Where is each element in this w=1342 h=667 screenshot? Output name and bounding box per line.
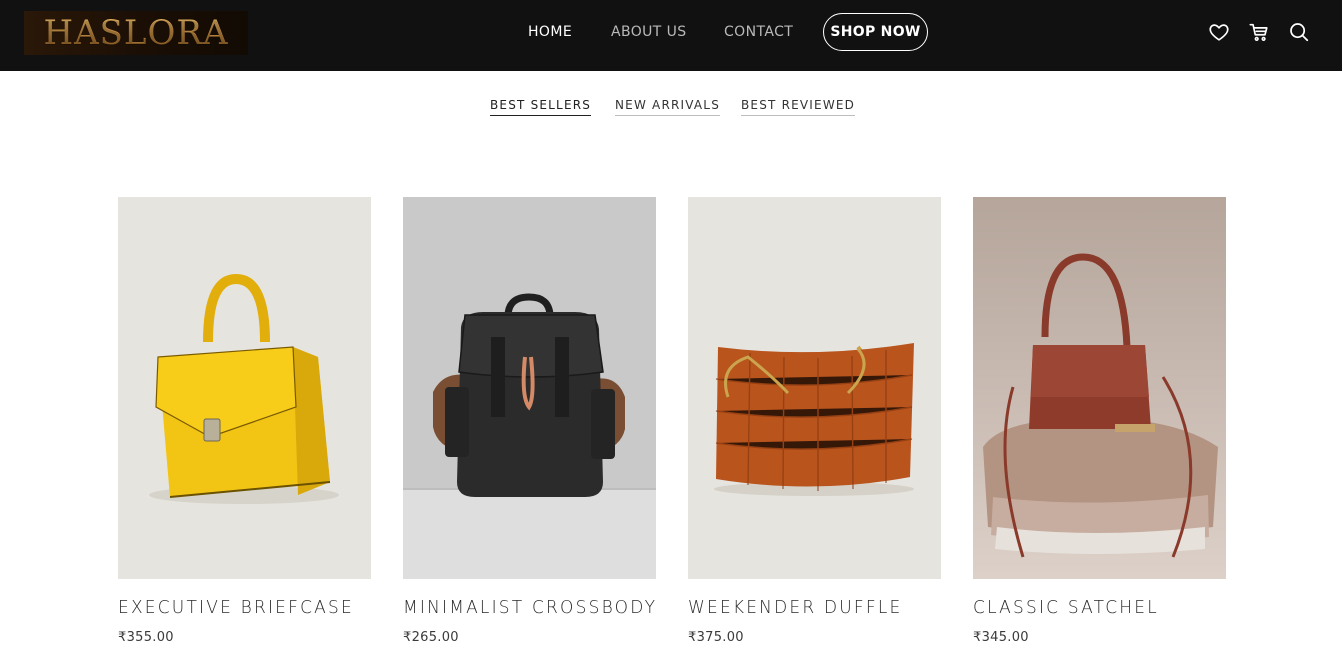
product-price: ₹355.00 — [118, 630, 174, 645]
product-card[interactable]: CLASSIC SATCHEL ₹345.00 — [973, 197, 1226, 645]
product-name[interactable]: EXECUTIVE BRIEFCASE — [118, 598, 371, 619]
tab-new-arrivals[interactable]: NEW ARRIVALS — [615, 98, 721, 116]
product-card[interactable]: EXECUTIVE BRIEFCASE ₹355.00 — [118, 197, 371, 645]
product-price: ₹265.00 — [403, 630, 459, 645]
product-name[interactable]: WEEKENDER DUFFLE — [688, 598, 941, 619]
product-name[interactable]: MINIMALIST CROSSBODY — [403, 598, 656, 619]
product-card[interactable]: WEEKENDER DUFFLE ₹375.00 — [688, 197, 941, 645]
brand-logo[interactable]: HASLORA — [24, 11, 248, 55]
top-navigation-bar: HASLORA HOME ABOUT US CONTACT SHOP NOW — [0, 0, 1342, 71]
product-image-black-backpack[interactable] — [403, 197, 656, 579]
search-icon[interactable] — [1288, 21, 1310, 43]
brand-logo-text: HASLORA — [43, 13, 229, 53]
nav-contact[interactable]: CONTACT — [724, 24, 793, 40]
product-image-woven-tote[interactable] — [688, 197, 941, 579]
product-image-brown-mini-bag[interactable] — [973, 197, 1226, 579]
cart-icon[interactable] — [1248, 21, 1270, 43]
product-price: ₹375.00 — [688, 630, 744, 645]
product-card[interactable]: MINIMALIST CROSSBODY ₹265.00 — [403, 197, 656, 645]
shop-now-button[interactable]: SHOP NOW — [823, 13, 928, 51]
heart-icon[interactable] — [1208, 21, 1230, 43]
product-image-yellow-handbag[interactable] — [118, 197, 371, 579]
tab-best-reviewed[interactable]: BEST REVIEWED — [741, 98, 856, 116]
nav-about-us[interactable]: ABOUT US — [611, 24, 687, 40]
product-name[interactable]: CLASSIC SATCHEL — [973, 598, 1226, 619]
nav-home[interactable]: HOME — [528, 24, 572, 40]
product-price: ₹345.00 — [973, 630, 1029, 645]
tab-best-sellers[interactable]: BEST SELLERS — [490, 98, 592, 116]
